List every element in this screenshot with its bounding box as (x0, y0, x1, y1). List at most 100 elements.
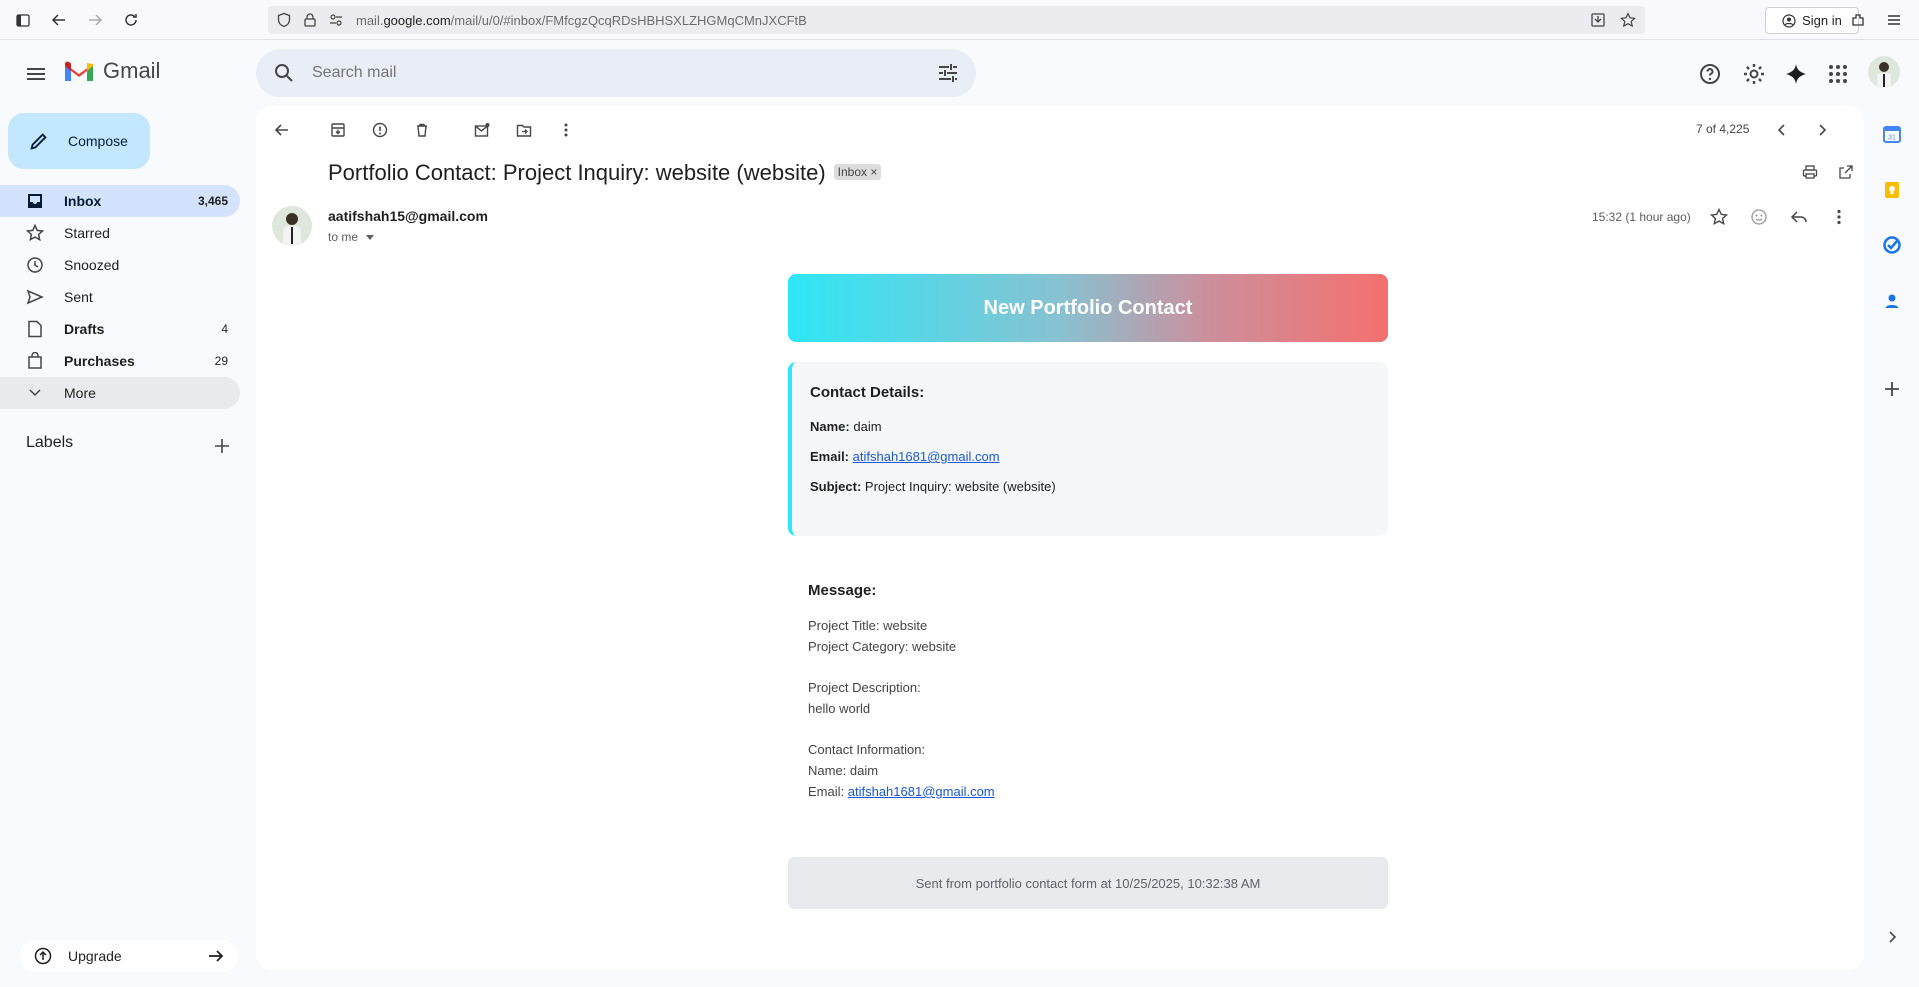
gemini-sparkle-icon[interactable] (1782, 60, 1810, 88)
detail-key: Subject: (810, 479, 862, 494)
clock-icon (26, 256, 44, 274)
sidebar-item-label: Inbox (64, 193, 102, 209)
calendar-icon[interactable]: 31 (1880, 122, 1904, 146)
bookmark-star-icon[interactable] (1620, 12, 1636, 33)
apps-grid-icon[interactable] (1824, 60, 1852, 88)
back-icon[interactable] (48, 9, 70, 31)
caret-down-icon[interactable] (365, 231, 375, 245)
permissions-icon[interactable] (328, 12, 344, 33)
svg-text:31: 31 (1888, 135, 1896, 142)
sidebar-nav: Inbox 3,465 Starred Snoozed Sent Drafts … (0, 185, 240, 409)
message-heading: Message: (808, 582, 877, 599)
account-avatar[interactable] (1868, 56, 1900, 88)
main-menu-icon[interactable] (22, 60, 50, 88)
emoji-reaction-icon[interactable] (1748, 206, 1770, 228)
sidebar-item-sent[interactable]: Sent (0, 281, 240, 313)
url-bar[interactable]: mail.google.com/mail/u/0/#inbox/FMfcgzQc… (268, 6, 1645, 34)
contact-details-card: Contact Details: Name: daim Email: atifs… (788, 362, 1388, 536)
gmail-logo[interactable]: Gmail (63, 58, 160, 84)
shield-icon (276, 12, 292, 33)
purchases-count: 29 (214, 354, 228, 368)
sidebar-item-snoozed[interactable]: Snoozed (0, 249, 240, 281)
delete-trash-icon[interactable] (412, 120, 432, 140)
add-addon-icon[interactable] (1880, 377, 1904, 401)
chip-label: Inbox (837, 165, 868, 180)
details-heading: Contact Details: (810, 384, 925, 401)
send-icon (26, 288, 44, 306)
sidebar-item-purchases[interactable]: Purchases 29 (0, 345, 240, 377)
report-spam-icon[interactable] (370, 120, 390, 140)
msg-project-title: Project Title: website (808, 618, 928, 633)
msg-name: Name: daim (808, 763, 879, 778)
msg-email-link[interactable]: atifshah1681@gmail.com (848, 784, 995, 799)
sender-avatar[interactable] (272, 206, 312, 246)
sender-email[interactable]: aatifshah15@gmail.com (328, 208, 488, 224)
compose-button[interactable]: Compose (8, 113, 150, 169)
email-subject-text: Portfolio Contact: Project Inquiry: webs… (328, 160, 826, 185)
sidebar-item-label: More (64, 385, 96, 401)
tasks-icon[interactable] (1880, 233, 1904, 257)
sidebar-toggle-icon[interactable] (12, 9, 34, 31)
keep-icon[interactable] (1880, 178, 1904, 202)
forward-icon[interactable] (84, 9, 106, 31)
settings-gear-icon[interactable] (1740, 60, 1768, 88)
search-options-icon[interactable] (936, 61, 960, 90)
upgrade-button[interactable]: Upgrade (20, 940, 238, 972)
reply-icon[interactable] (1788, 206, 1810, 228)
draft-icon (26, 320, 44, 338)
browser-toolbar: mail.google.com/mail/u/0/#inbox/FMfcgzQc… (0, 0, 1919, 40)
search-icon[interactable] (272, 61, 296, 90)
inbox-icon (26, 192, 44, 210)
archive-icon[interactable] (328, 120, 348, 140)
sidebar-item-drafts[interactable]: Drafts 4 (0, 313, 240, 345)
sidebar-item-label: Snoozed (64, 257, 120, 273)
recipient-text: to me (328, 230, 359, 244)
extensions-icon[interactable] (1847, 9, 1869, 31)
detail-email-link[interactable]: atifshah1681@gmail.com (853, 449, 1000, 464)
add-label-icon[interactable] (212, 436, 232, 456)
arrow-right-icon (206, 946, 226, 966)
more-actions-icon[interactable] (556, 120, 576, 140)
print-icon[interactable] (1800, 162, 1820, 182)
msg-contact-heading: Contact Information: (808, 742, 926, 757)
sidebar-item-label: Drafts (64, 321, 105, 337)
detail-value: Project Inquiry: website (website) (864, 479, 1056, 494)
star-message-icon[interactable] (1708, 206, 1730, 228)
expand-side-panel-icon[interactable] (1880, 925, 1904, 949)
support-icon[interactable] (1696, 60, 1724, 88)
recipient-details[interactable]: to me (328, 230, 375, 245)
msg-email-row: Email: atifshah1681@gmail.com (808, 781, 1368, 802)
open-new-window-icon[interactable] (1836, 162, 1856, 182)
contacts-icon[interactable] (1880, 289, 1904, 313)
save-page-icon[interactable] (1590, 12, 1606, 33)
msg-email-prefix: Email: (808, 784, 845, 799)
detail-subject-row: Subject: Project Inquiry: website (websi… (810, 479, 1370, 494)
url-text: mail.google.com/mail/u/0/#inbox/FMfcgzQc… (356, 13, 807, 28)
mark-unread-icon[interactable] (472, 120, 492, 140)
pencil-icon (28, 130, 50, 152)
browser-sign-in-button[interactable]: Sign in (1765, 7, 1859, 34)
search-input[interactable] (310, 61, 870, 85)
chevron-down-icon (26, 384, 44, 402)
search-bar[interactable] (256, 49, 976, 97)
back-to-inbox-icon[interactable] (272, 120, 292, 140)
older-chevron-right-icon[interactable] (1812, 120, 1832, 140)
browser-menu-icon[interactable] (1883, 9, 1905, 31)
remove-label-icon[interactable]: × (870, 165, 877, 179)
inbox-label-chip[interactable]: Inbox × (833, 164, 882, 181)
reload-icon[interactable] (120, 9, 142, 31)
sidebar-item-more[interactable]: More (0, 377, 240, 409)
sidebar-item-label: Starred (64, 225, 110, 241)
newer-chevron-left-icon[interactable] (1772, 120, 1792, 140)
sidebar-item-label: Sent (64, 289, 93, 305)
email-footer-note: Sent from portfolio contact form at 10/2… (788, 857, 1388, 909)
move-to-icon[interactable] (514, 120, 534, 140)
app-name: Gmail (103, 58, 161, 83)
sidebar-item-inbox[interactable]: Inbox 3,465 (0, 185, 240, 217)
star-icon (25, 223, 45, 242)
gmail-m-icon (65, 61, 93, 81)
detail-email-row: Email: atifshah1681@gmail.com (810, 449, 1370, 464)
labels-heading: Labels (26, 434, 74, 451)
message-more-icon[interactable] (1828, 206, 1850, 228)
sidebar-item-starred[interactable]: Starred (0, 217, 240, 249)
